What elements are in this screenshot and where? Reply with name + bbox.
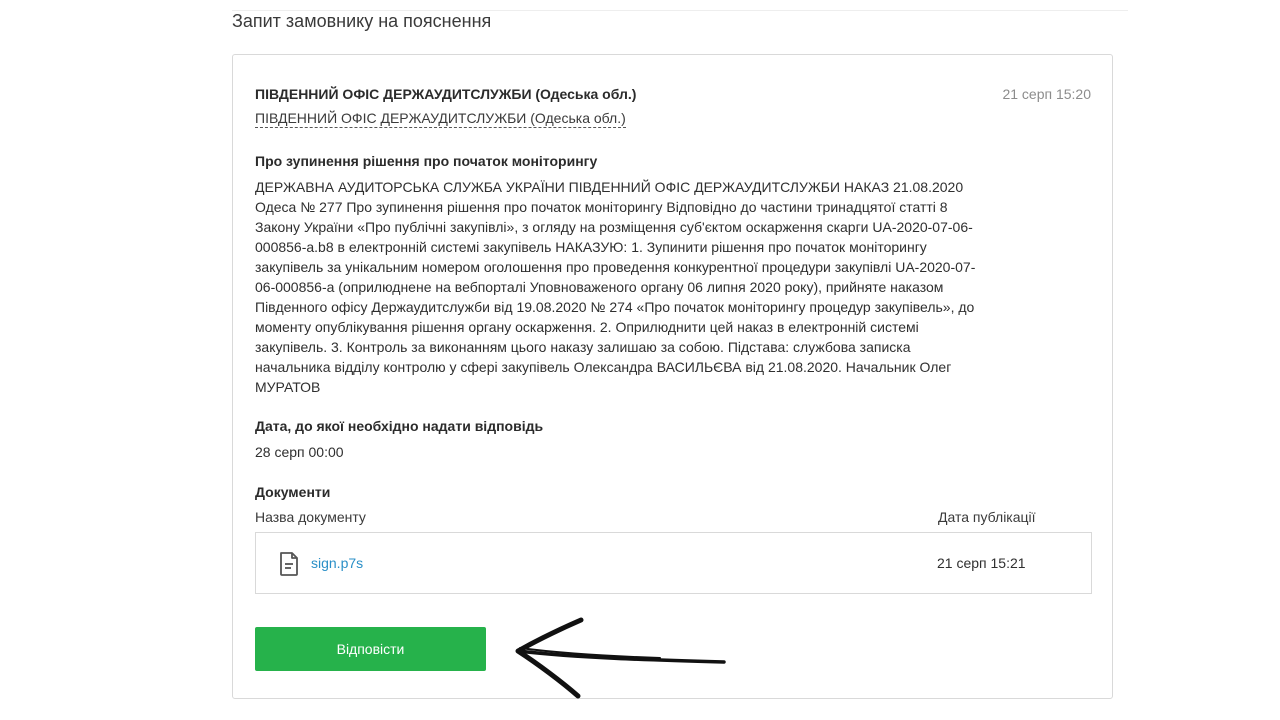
document-link[interactable]: sign.p7s [311,555,363,571]
arrow-annotation [515,617,726,699]
document-icon [279,552,299,576]
document-date: 21 серп 15:21 [937,555,1026,571]
request-date: 21 серп 15:20 [1002,86,1091,102]
request-author: ПІВДЕННИЙ ОФІС ДЕРЖАУДИТСЛУЖБИ (Одеська … [255,86,637,102]
due-date-value: 28 серп 00:00 [255,444,344,460]
request-body: ДЕРЖАВНА АУДИТОРСЬКА СЛУЖБА УКРАЇНИ ПІВД… [255,179,976,395]
column-header-publication-date: Дата публікації [938,509,1036,525]
document-row: sign.p7s 21 серп 15:21 [255,532,1092,594]
request-title: Про зупинення рішення про початок моніто… [255,153,598,169]
column-header-document-name: Назва документу [255,509,366,525]
request-card: ПІВДЕННИЙ ОФІС ДЕРЖАУДИТСЛУЖБИ (Одеська … [232,54,1113,699]
reply-button[interactable]: Відповісти [255,627,486,671]
documents-title: Документи [255,484,331,500]
author-link[interactable]: ПІВДЕННИЙ ОФІС ДЕРЖАУДИТСЛУЖБИ (Одеська … [255,110,626,128]
section-title: Запит замовнику на пояснення [232,11,492,31]
due-date-label: Дата, до якої необхідно надати відповідь [255,418,544,434]
